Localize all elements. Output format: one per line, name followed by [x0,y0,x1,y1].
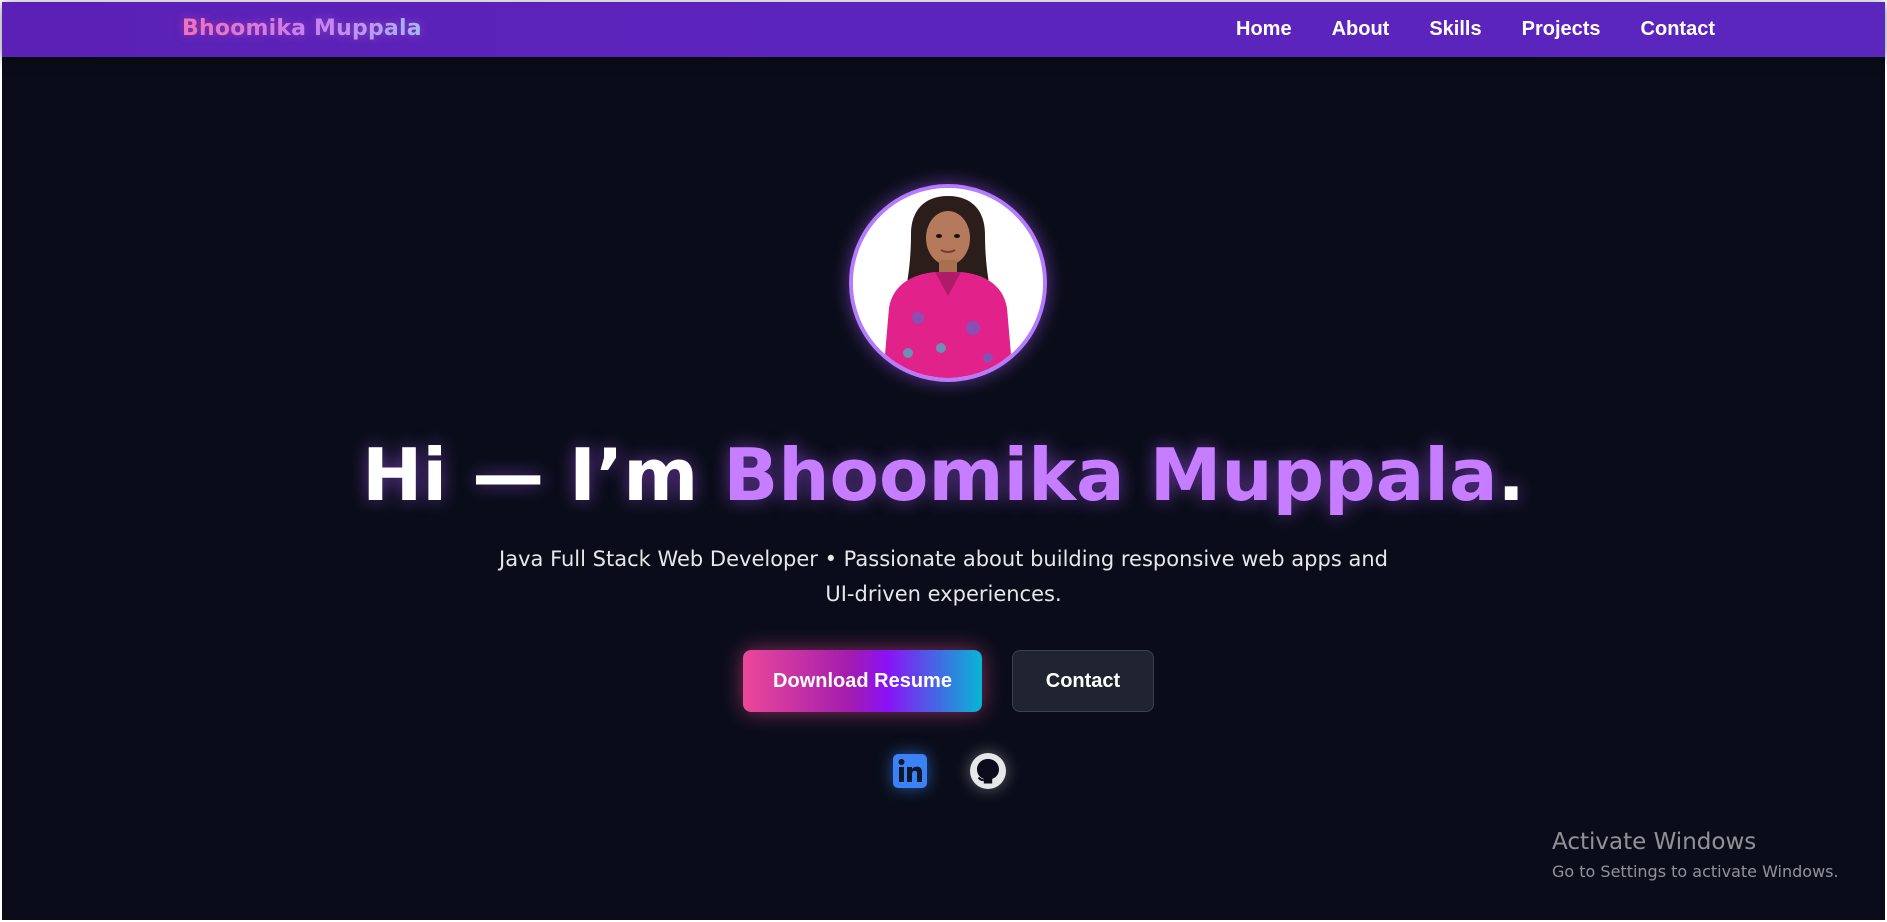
linkedin-link[interactable] [890,751,930,791]
nav-link-skills[interactable]: Skills [1429,18,1481,41]
profile-avatar [849,184,1047,382]
headline-prefix: Hi — I’m [362,433,724,517]
headline-suffix: . [1497,433,1525,517]
nav-links: Home About Skills Projects Contact [1196,2,1715,57]
linkedin-icon [893,754,927,788]
watermark-title: Activate Windows [1552,829,1757,855]
headline-name: Bhoomika Muppala [723,433,1498,517]
nav-link-projects[interactable]: Projects [1522,18,1601,41]
nav-link-home[interactable]: Home [1236,18,1292,41]
download-resume-button[interactable]: Download Resume [743,650,982,712]
subtitle-line-2: UI-driven experiences. [825,582,1062,606]
windows-activation-watermark: Activate Windows Go to Settings to activ… [1552,827,1839,883]
brand-logo[interactable]: Bhoomika Muppala [182,16,422,41]
watermark-subtitle: Go to Settings to activate Windows. [1552,862,1839,881]
hero-headline: Hi — I’m Bhoomika Muppala. [2,430,1885,520]
contact-button[interactable]: Contact [1012,650,1154,712]
hero-subtitle: Java Full Stack Web Developer • Passiona… [2,542,1885,612]
github-icon [970,753,1006,789]
top-navbar: Bhoomika Muppala Home About Skills Proje… [2,2,1885,57]
nav-link-contact[interactable]: Contact [1641,18,1715,41]
subtitle-line-1: Java Full Stack Web Developer • Passiona… [499,547,1388,571]
profile-photo [853,188,1043,378]
browser-viewport: Bhoomika Muppala Home About Skills Proje… [0,0,1887,922]
nav-link-about[interactable]: About [1332,18,1390,41]
github-link[interactable] [968,751,1008,791]
